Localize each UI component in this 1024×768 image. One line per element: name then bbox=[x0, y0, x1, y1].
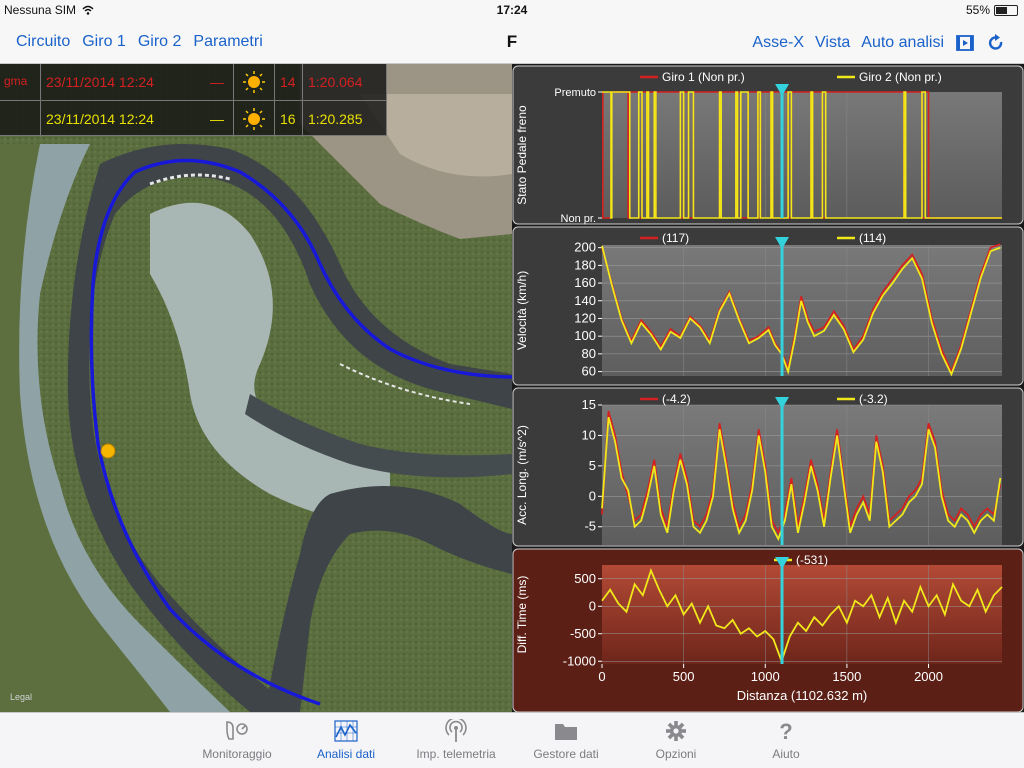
lap1-number: 14 bbox=[280, 74, 296, 90]
tab-label: Monitoraggio bbox=[202, 747, 272, 761]
battery-icon bbox=[994, 4, 1018, 16]
clock-label: 17:24 bbox=[496, 3, 528, 17]
y-axis-label: Velocità (km/h) bbox=[515, 271, 529, 350]
video-film-icon[interactable] bbox=[955, 33, 975, 53]
tab-label: Gestore dati bbox=[533, 747, 599, 761]
x-tick-label: 2000 bbox=[914, 669, 943, 684]
x-tick-label: 1500 bbox=[832, 669, 861, 684]
analysis-chart-icon bbox=[334, 720, 358, 742]
y-axis-label: Acc. Long. (m/s^2) bbox=[515, 425, 529, 525]
battery-percentage: 55% bbox=[965, 3, 990, 17]
y-tick-label: Non pr. bbox=[561, 213, 596, 225]
y-tick-label: 10 bbox=[582, 427, 596, 442]
gear-icon bbox=[666, 721, 686, 741]
y-tick-label: 5 bbox=[589, 458, 596, 473]
map-legal-label[interactable]: Legal bbox=[10, 692, 32, 702]
lap-row-2[interactable]: 23/11/2014 12:24 — 16 1:20.285 bbox=[0, 100, 387, 137]
legend-label: (117) bbox=[662, 231, 689, 245]
legend-label: (-3.2) bbox=[859, 392, 888, 406]
legend-label: (-531) bbox=[796, 553, 828, 567]
position-marker[interactable] bbox=[100, 443, 116, 459]
tab-aiuto[interactable]: ? Aiuto bbox=[731, 719, 841, 761]
plot-area[interactable] bbox=[602, 405, 1002, 545]
x-axis-label: Distanza (1102.632 m) bbox=[737, 688, 868, 703]
tab-opzioni[interactable]: Opzioni bbox=[621, 719, 731, 761]
y-tick-label: 0 bbox=[589, 598, 596, 613]
lap-row-1[interactable]: gma 23/11/2014 12:24 — 14 1:20.064 bbox=[0, 64, 387, 100]
lap2-number: 16 bbox=[280, 111, 296, 127]
y-tick-label: 200 bbox=[574, 240, 596, 255]
y-axis-label: Diff. Time (ms) bbox=[515, 576, 529, 654]
y-tick-label: 80 bbox=[582, 346, 596, 361]
lap2-time: 1:20.285 bbox=[308, 111, 363, 127]
y-tick-label: 100 bbox=[574, 328, 596, 343]
y-tick-label: 120 bbox=[574, 310, 596, 325]
tab-label: Imp. telemetria bbox=[416, 747, 496, 761]
y-tick-label: -5 bbox=[584, 519, 596, 534]
track-map[interactable]: Legal bbox=[0, 64, 512, 712]
satellite-map-image: Legal bbox=[0, 64, 512, 712]
charts-svg[interactable]: Premuto Non pr. Stato Pedale freno Giro 1 (… bbox=[512, 64, 1024, 712]
lap1-dash: — bbox=[210, 74, 224, 90]
navigation-bar: Circuito Giro 1 Giro 2 Parametri F Asse-… bbox=[0, 20, 1024, 64]
lap1-date: 23/11/2014 12:24 bbox=[46, 74, 154, 90]
status-bar: Nessuna SIM 17:24 55% bbox=[0, 0, 1024, 20]
lap1-prefix: gma bbox=[4, 74, 28, 88]
sun-icon bbox=[243, 71, 265, 93]
y-tick-label: 180 bbox=[574, 257, 596, 272]
lap-info-panel: gma 23/11/2014 12:24 — 14 1:20.064 23/11… bbox=[0, 64, 387, 137]
plot-area[interactable] bbox=[602, 92, 1002, 218]
tab-gestore-dati[interactable]: Gestore dati bbox=[511, 719, 621, 761]
nav-auto-analisi-button[interactable]: Auto analisi bbox=[861, 34, 944, 52]
help-icon: ? bbox=[779, 719, 792, 743]
tab-analisi-dati[interactable]: Analisi dati bbox=[291, 719, 401, 761]
tab-label: Aiuto bbox=[772, 747, 800, 761]
folder-icon bbox=[555, 724, 577, 740]
y-tick-label: 140 bbox=[574, 293, 596, 308]
y-tick-label: Premuto bbox=[554, 87, 596, 99]
plot-area[interactable] bbox=[602, 565, 1002, 664]
x-tick-label: 500 bbox=[673, 669, 695, 684]
legend-label: Giro 1 (Non pr.) bbox=[662, 70, 745, 84]
legend-label: (114) bbox=[859, 231, 886, 245]
y-tick-label: 15 bbox=[582, 397, 596, 412]
sun-icon bbox=[243, 108, 265, 130]
battery-status: 55% bbox=[966, 3, 1018, 17]
tab-imp-telemetria[interactable]: Imp. telemetria bbox=[401, 719, 511, 761]
tab-bar: Monitoraggio Analisi dati Imp. telemetri… bbox=[0, 712, 1024, 768]
nav-vista-button[interactable]: Vista bbox=[815, 34, 850, 52]
y-tick-label: 60 bbox=[582, 364, 596, 379]
x-tick-label: 1000 bbox=[751, 669, 780, 684]
y-tick-label: -500 bbox=[570, 626, 596, 641]
legend-label: (-4.2) bbox=[662, 392, 691, 406]
x-tick-label: 0 bbox=[598, 669, 605, 684]
y-axis-label: Stato Pedale freno bbox=[515, 105, 529, 205]
monitor-icon bbox=[226, 721, 248, 740]
lap2-dash: — bbox=[210, 111, 224, 127]
y-tick-label: 160 bbox=[574, 275, 596, 290]
nav-right-group: Asse-X Vista Auto analisi bbox=[752, 33, 1006, 53]
y-tick-label: 0 bbox=[589, 488, 596, 503]
telemetry-charts[interactable]: Premuto Non pr. Stato Pedale freno Giro 1 (… bbox=[512, 64, 1024, 712]
tab-label: Analisi dati bbox=[316, 747, 376, 761]
legend-label: Giro 2 (Non pr.) bbox=[859, 70, 942, 84]
refresh-icon[interactable] bbox=[986, 33, 1006, 53]
y-tick-label: 500 bbox=[574, 571, 596, 586]
lap1-time: 1:20.064 bbox=[308, 74, 363, 90]
y-tick-label: -1000 bbox=[563, 653, 596, 668]
tab-monitoraggio[interactable]: Monitoraggio bbox=[182, 719, 292, 761]
lap2-date: 23/11/2014 12:24 bbox=[46, 111, 154, 127]
nav-asse-x-button[interactable]: Asse-X bbox=[752, 34, 804, 52]
tab-label: Opzioni bbox=[655, 747, 697, 761]
svg-text:?: ? bbox=[779, 719, 792, 743]
antenna-icon bbox=[445, 719, 467, 742]
